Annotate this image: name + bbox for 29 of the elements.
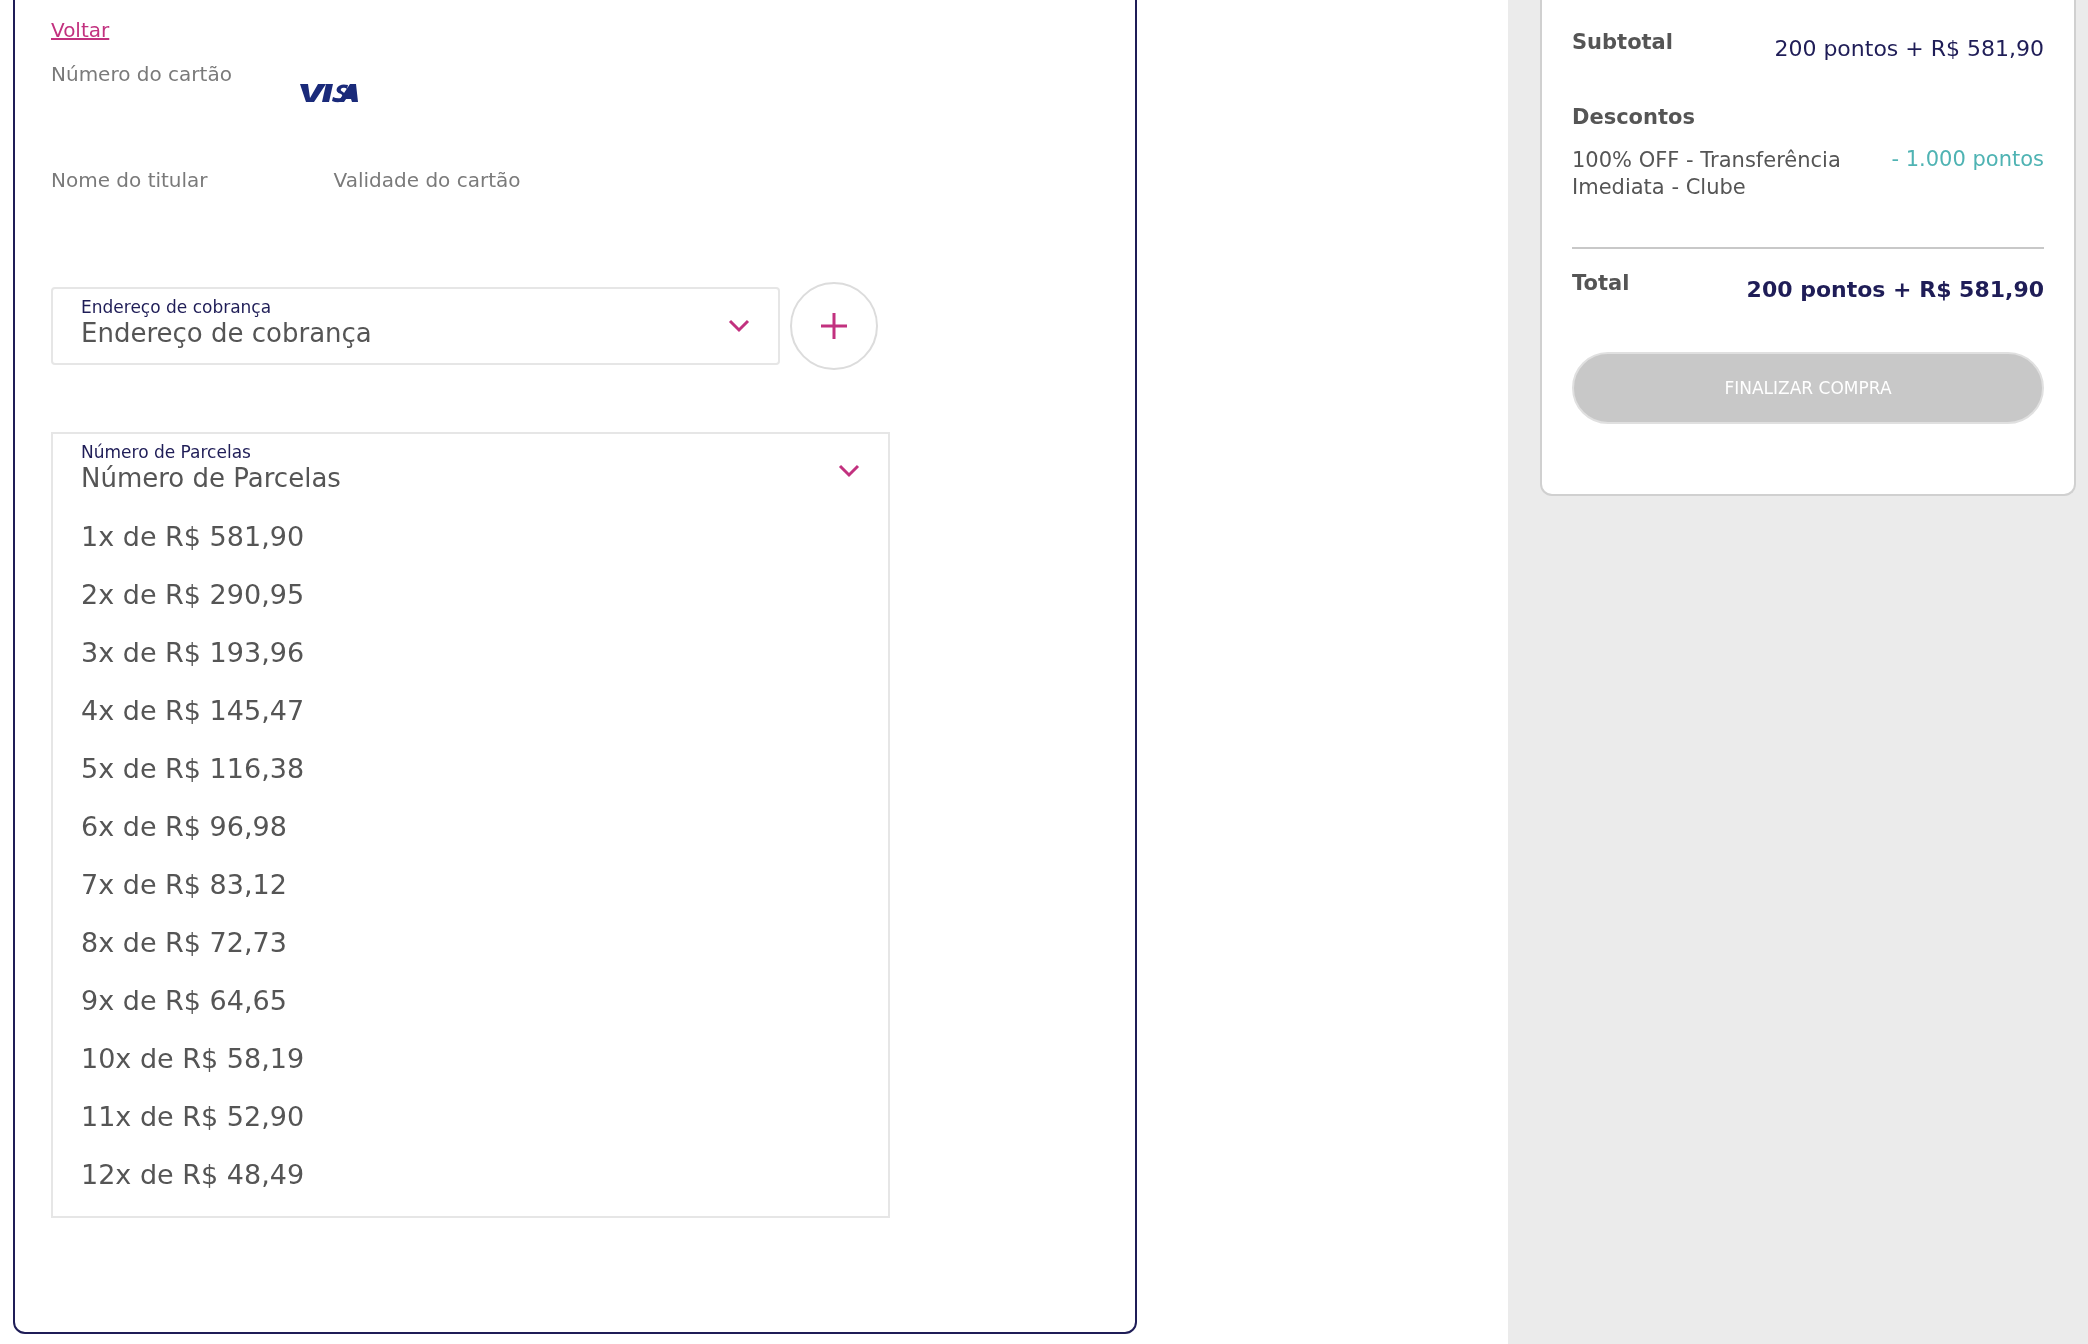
summary-label: Total (1572, 271, 1630, 295)
total-value: 200 pontos + R$ 581,90 (1746, 277, 2044, 302)
installment-option[interactable]: 5x de R$ 116,38 (81, 740, 860, 798)
installment-option[interactable]: 3x de R$ 193,96 (81, 624, 860, 682)
back-link[interactable]: Voltar (51, 18, 110, 42)
chevron-down-icon (838, 464, 860, 478)
installment-option[interactable]: 7x de R$ 83,12 (81, 856, 860, 914)
summary-label: Subtotal (1572, 30, 1673, 54)
billing-address-select[interactable]: Endereço de cobrança Endereço de cobrança (51, 287, 780, 365)
chevron-down-icon (728, 319, 750, 333)
summary-label: Descontos (1572, 105, 1696, 129)
subtotal-value: 200 pontos + R$ 581,90 (1774, 36, 2044, 61)
plus-icon (819, 311, 849, 341)
discount-name: 100% OFF - Transferência Imediata - Clube (1572, 147, 1842, 201)
installment-option[interactable]: 12x de R$ 48,49 (81, 1146, 860, 1204)
installment-option[interactable]: 9x de R$ 64,65 (81, 972, 860, 1030)
card-brand-icon (297, 82, 358, 104)
discount-value: - 1.000 pontos (1891, 147, 2044, 171)
installment-option[interactable]: 10x de R$ 58,19 (81, 1030, 860, 1088)
field-label: Número do cartão (51, 62, 232, 86)
installment-option[interactable]: 2x de R$ 290,95 (81, 566, 860, 624)
field-label: Validade do cartão (333, 168, 521, 194)
installment-option[interactable]: 8x de R$ 72,73 (81, 914, 860, 972)
installment-option[interactable]: 11x de R$ 52,90 (81, 1088, 860, 1146)
installment-option[interactable]: 1x de R$ 581,90 (81, 508, 860, 566)
field-label: Nome do titular (51, 168, 208, 194)
installment-option[interactable]: 4x de R$ 145,47 (81, 682, 860, 740)
installment-option[interactable]: 6x de R$ 96,98 (81, 798, 860, 856)
installments-select[interactable]: Número de Parcelas Número de Parcelas 1x de R$ 581,90 2x de R$ 290,95 3x de R$ 193,96 4x de R$ 145,47 5x de R$ 116,38 6x de R$ 96,98 7x de R$ 83,12 8x de R$ 72,73 9x de R$ 64,65 10x de R$ 58,19 11x de R$ 52,90 12x de R$ 48,49 (51, 432, 890, 1218)
